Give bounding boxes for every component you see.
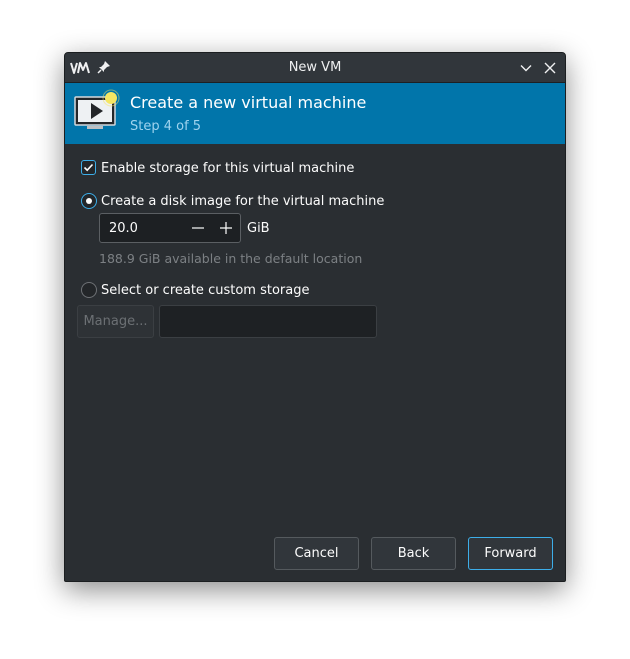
forward-button[interactable]: Forward [468, 537, 553, 570]
new-vm-window: New VM Create a new virtual machine Step… [64, 52, 566, 582]
disk-size-unit: GiB [247, 221, 270, 236]
wizard-step: Step 4 of 5 [130, 119, 202, 134]
wizard-header: Create a new virtual machine Step 4 of 5 [65, 83, 565, 144]
title-bar[interactable]: New VM [65, 53, 565, 83]
checkmark-icon [83, 163, 94, 172]
disk-size-value[interactable]: 20.0 [109, 221, 138, 236]
new-vm-icon [74, 89, 120, 129]
disk-image-label[interactable]: Create a disk image for the virtual mach… [101, 194, 384, 209]
minus-icon[interactable] [191, 221, 205, 235]
enable-storage-checkbox[interactable] [81, 160, 96, 175]
wizard-title: Create a new virtual machine [130, 93, 367, 112]
available-space-hint: 188.9 GiB available in the default locat… [99, 251, 363, 266]
disk-image-radio[interactable] [81, 193, 97, 209]
custom-storage-path-field[interactable] [159, 305, 377, 338]
manage-button[interactable]: Manage... [77, 305, 154, 338]
disk-size-spinbox[interactable]: 20.0 [99, 213, 241, 243]
cancel-button[interactable]: Cancel [274, 537, 359, 570]
custom-storage-label[interactable]: Select or create custom storage [101, 283, 309, 298]
back-button[interactable]: Back [371, 537, 456, 570]
window-title: New VM [288, 60, 342, 75]
chevron-down-icon[interactable] [519, 61, 533, 75]
close-icon[interactable] [543, 61, 557, 75]
plus-icon[interactable] [219, 221, 233, 235]
enable-storage-label[interactable]: Enable storage for this virtual machine [101, 161, 354, 176]
custom-storage-radio[interactable] [81, 282, 97, 298]
